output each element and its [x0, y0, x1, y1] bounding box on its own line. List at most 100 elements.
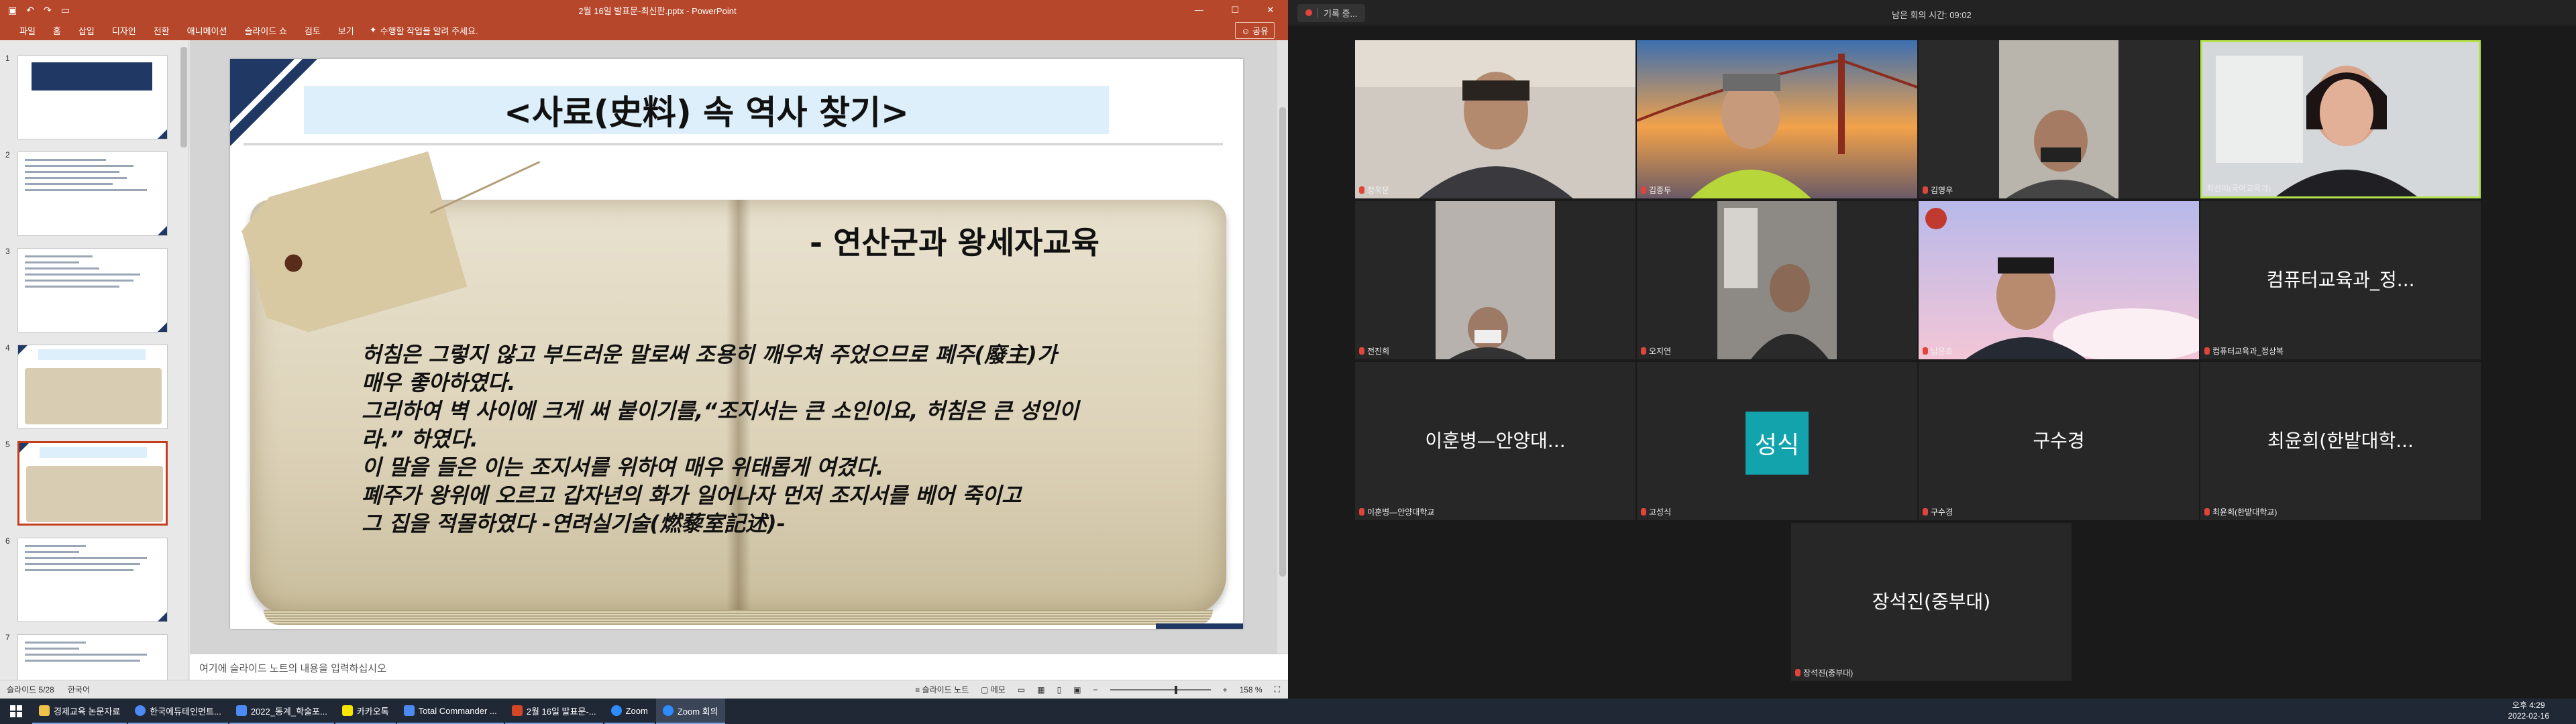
participant-tile[interactable]: 김종두 [1637, 40, 1917, 198]
participant-tile-active-speaker[interactable]: 최선미(국어교육과) [2200, 40, 2481, 198]
slide-thumbnail-5[interactable] [17, 441, 168, 526]
participant-tile[interactable]: 장석진(중부대) 장석진(중부대) [1791, 523, 2072, 681]
slide-thumbnail-4[interactable] [17, 345, 168, 429]
muted-mic-icon [1795, 669, 1801, 676]
slide-title[interactable]: <사료(史料) 속 역사 찾기> [304, 86, 1109, 134]
participant-name: 이훈병—안양대학교 [1367, 507, 1435, 517]
notes-pane[interactable]: 여기에 슬라이드 노트의 내용을 입력하십시오 [190, 654, 1288, 680]
participant-tile[interactable]: 컴퓨터교육과_정... 컴퓨터교육과_정상복 [2200, 201, 2481, 359]
slide-subtitle[interactable]: - 연산군과 왕세자교육 [810, 219, 1099, 263]
body-line: 허침은 그렇지 않고 부드러운 말로써 조용히 깨우쳐 주었으므로 폐주(廢主)… [362, 342, 1057, 367]
normal-view-icon[interactable]: ▭ [1018, 685, 1025, 695]
participant-name: 최선미(국어교육과) [2206, 184, 2271, 193]
zoom-in-icon[interactable]: + [1223, 685, 1228, 695]
share-button[interactable]: ☺ 공유 [1235, 21, 1275, 39]
muted-mic-icon [1359, 347, 1364, 355]
undo-icon[interactable]: ↶ [26, 5, 34, 16]
thumbnail-scrollbar[interactable] [180, 47, 187, 147]
comments-button[interactable]: ▢ 메모 [981, 684, 1006, 695]
powerpoint-window: ▣ ↶ ↷ ▭ 2월 16일 발표문-최신판.pptx - PowerPoint… [0, 0, 1288, 699]
tab-slideshow[interactable]: 슬라이드 쇼 [235, 24, 295, 37]
participant-tile[interactable]: 성식 고성식 [1637, 362, 1917, 520]
taskbar-app-total-commander[interactable]: Total Commander ... [396, 699, 504, 724]
desktop: ▣ ↶ ↷ ▭ 2월 16일 발표문-최신판.pptx - PowerPoint… [0, 0, 2576, 724]
participant-tile[interactable]: 정욱문 [1355, 40, 1635, 198]
body-line: 이 말을 들은 이는 조지서를 위하여 매우 위태롭게 여겼다. [362, 455, 884, 480]
share-label: 공유 [1252, 25, 1269, 36]
participant-tile[interactable]: 구수경 구수경 [1919, 362, 2199, 520]
slide-thumbnail-2[interactable] [17, 152, 168, 236]
lightbulb-icon: ✦ [369, 25, 377, 35]
muted-mic-icon [2204, 508, 2210, 516]
body-line: 폐주가 왕위에 오르고 갑자년의 화가 일어나자 먼저 조지서를 베어 죽이고 [362, 483, 1022, 508]
taskbar-app-label: 한국에듀테인먼트... [150, 706, 221, 717]
participant-video [1355, 201, 1635, 359]
thumbnail-number: 2 [5, 150, 10, 160]
present-icon[interactable]: ▭ [61, 5, 70, 16]
slide-thumbnail-1[interactable] [17, 55, 168, 139]
close-icon[interactable]: ✕ [1267, 5, 1274, 15]
save-icon[interactable]: ▣ [8, 5, 17, 16]
taskbar-app-label: Zoom [625, 705, 648, 716]
notes-button[interactable]: ≡ 슬라이드 노트 [915, 684, 969, 695]
tab-home[interactable]: 홈 [44, 24, 70, 37]
tab-insert[interactable]: 삽입 [70, 24, 103, 37]
slide-thumbnail-3[interactable] [17, 248, 168, 333]
participant-display-name: 구수경 [2033, 430, 2085, 452]
tab-review[interactable]: 검토 [296, 24, 329, 37]
participant-name: 남윤호 [1931, 347, 1953, 356]
participant-tile[interactable]: 최윤희(한밭대학... 최윤희(한밭대학교) [2200, 362, 2481, 520]
editor-scrollbar[interactable] [1277, 40, 1288, 654]
system-clock[interactable]: 오후 4:29 2022-02-16 [2508, 700, 2549, 721]
tab-animations[interactable]: 애니메이션 [178, 24, 236, 37]
start-button[interactable] [0, 699, 32, 724]
taskbar-app-kakaotalk[interactable]: 카카오톡 [335, 699, 396, 724]
slideshow-view-icon[interactable]: ▣ [1073, 685, 1081, 695]
participant-avatar: 성식 [1746, 412, 1809, 475]
zoom-slider[interactable] [1110, 685, 1211, 694]
zoom-level[interactable]: 158 % [1240, 685, 1263, 695]
slide-body-text[interactable]: 허침은 그렇지 않고 부드러운 말로써 조용히 깨우쳐 주었으므로 폐주(廢主)… [362, 341, 1173, 538]
fit-slide-icon[interactable]: ⛶ [1275, 684, 1280, 695]
participant-display-name: 장석진(중부대) [1872, 591, 1991, 613]
document-icon [235, 705, 247, 716]
minimize-icon[interactable]: — [1195, 5, 1203, 15]
participant-name: 장석진(중부대) [1803, 668, 1854, 678]
slide-sorter-icon[interactable]: ▦ [1037, 685, 1044, 695]
tab-file[interactable]: 파일 [11, 24, 44, 37]
slide-thumbnail-7[interactable] [17, 634, 168, 680]
taskbar-app-chrome[interactable]: 한국에듀테인먼트... [128, 699, 228, 724]
clock-date: 2022-02-16 [2508, 711, 2549, 721]
muted-mic-icon [1923, 186, 1928, 194]
thumbnail-number: 3 [5, 247, 10, 256]
participant-tile[interactable]: 김영우 [1919, 40, 2199, 198]
person-icon: ☺ [1241, 25, 1250, 36]
folder-icon [39, 705, 50, 716]
taskbar-app-label: Zoom 회의 [677, 706, 718, 717]
taskbar-app-document[interactable]: 2022_동계_학술포... [229, 699, 334, 724]
redo-icon[interactable]: ↷ [44, 5, 52, 16]
participant-tile[interactable]: 오지연 [1637, 201, 1917, 359]
clock-time: 오후 4:29 [2512, 701, 2545, 710]
participant-tile[interactable]: 남윤호 [1919, 201, 2199, 359]
zoom-out-icon[interactable]: − [1093, 685, 1098, 695]
tab-transitions[interactable]: 전환 [145, 24, 178, 37]
participant-tile[interactable]: 전진희 [1355, 201, 1635, 359]
slide-thumbnail-6[interactable] [17, 538, 168, 622]
taskbar-app-zoom-meeting[interactable]: Zoom 회의 [655, 699, 725, 724]
taskbar-app-powerpoint[interactable]: 2월 16일 발표문-... [504, 699, 603, 724]
slide-counter: 슬라이드 5/28 [7, 685, 54, 695]
powerpoint-titlebar: ▣ ↶ ↷ ▭ 2월 16일 발표문-최신판.pptx - PowerPoint… [0, 0, 1288, 20]
taskbar-app-zoom[interactable]: Zoom [604, 699, 655, 724]
participant-tile[interactable]: 이훈병—안양대... 이훈병—안양대학교 [1355, 362, 1635, 520]
recording-indicator[interactable]: 기록 중... [1297, 3, 1366, 22]
language-indicator[interactable]: 한국어 [68, 684, 90, 695]
tab-view[interactable]: 보기 [329, 24, 363, 37]
slide-canvas[interactable]: <사료(史料) 속 역사 찾기> - 연산군과 왕세자교육 허침은 그렇지 않고… [230, 59, 1243, 629]
reading-view-icon[interactable]: ▯ [1057, 685, 1062, 695]
tell-me-box[interactable]: ✦ 수행할 작업을 알려 주세요. [370, 24, 478, 37]
taskbar-app-explorer[interactable]: 경제교육 논문자료 [32, 699, 127, 724]
maximize-icon[interactable]: ☐ [1231, 5, 1239, 15]
muted-mic-icon [1359, 186, 1364, 194]
tab-design[interactable]: 디자인 [103, 24, 145, 37]
